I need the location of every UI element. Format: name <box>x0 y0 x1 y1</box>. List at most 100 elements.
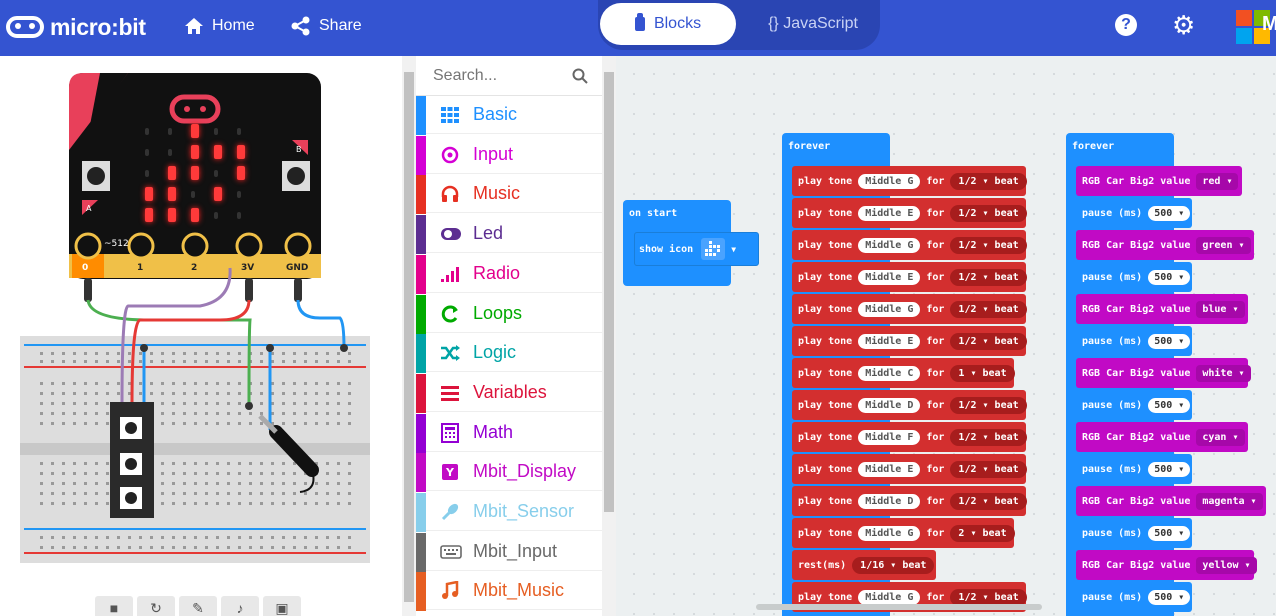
play-tone-block[interactable]: play tone Middle E for 1/2 ▾ beat <box>792 198 1027 228</box>
play-tone-block[interactable]: play tone Middle D for 1/2 ▾ beat <box>792 390 1027 420</box>
pause-block[interactable]: pause (ms) 500 ▾ <box>1076 390 1192 420</box>
beat-dropdown[interactable]: 1 ▾ beat <box>950 364 1015 382</box>
color-dropdown[interactable]: cyan ▾ <box>1196 428 1245 446</box>
beat-dropdown[interactable]: 1/2 ▾ beat <box>950 268 1027 286</box>
play-tone-block[interactable]: play tone Middle C for 1 ▾ beat <box>792 358 1015 388</box>
play-tone-block[interactable]: play tone Middle D for 1/2 ▾ beat <box>792 486 1027 516</box>
chevron-down-icon[interactable]: ▼ <box>731 245 736 254</box>
toolbox-category-loops[interactable]: Loops <box>416 294 602 334</box>
color-dropdown[interactable]: yellow ▾ <box>1196 556 1257 574</box>
note-field[interactable]: Middle C <box>858 365 921 381</box>
search-input[interactable] <box>433 67 573 85</box>
toolbox-category-music[interactable]: Music <box>416 175 602 215</box>
toolbox-category-mbit-input[interactable]: Mbit_Input <box>416 532 602 572</box>
beat-dropdown[interactable]: 1/2 ▾ beat <box>950 236 1027 254</box>
rgb-color-block[interactable]: RGB Car Big2 value green ▾ <box>1076 230 1254 260</box>
rest-block[interactable]: rest(ms) 1/16 ▾ beat <box>792 550 936 580</box>
color-dropdown[interactable]: red ▾ <box>1196 172 1239 190</box>
simulator-scrollbar[interactable] <box>402 56 416 616</box>
note-field[interactable]: Middle G <box>858 589 921 605</box>
stop-icon[interactable]: ■ <box>95 596 133 616</box>
show-icon-block[interactable]: show icon ▼ <box>634 232 759 266</box>
beat-dropdown[interactable]: 1/2 ▾ beat <box>950 332 1027 350</box>
led-module[interactable] <box>110 402 154 518</box>
beat-dropdown[interactable]: 1/2 ▾ beat <box>950 460 1027 478</box>
rgb-color-block[interactable]: RGB Car Big2 value cyan ▾ <box>1076 422 1248 452</box>
beat-dropdown[interactable]: 1/2 ▾ beat <box>950 588 1027 606</box>
play-tone-block[interactable]: play tone Middle E for 1/2 ▾ beat <box>792 454 1027 484</box>
color-dropdown[interactable]: magenta ▾ <box>1196 492 1263 510</box>
pause-dropdown[interactable]: 500 ▾ <box>1148 205 1191 221</box>
rgb-color-block[interactable]: RGB Car Big2 value yellow ▾ <box>1076 550 1257 580</box>
color-dropdown[interactable]: white ▾ <box>1196 364 1251 382</box>
pause-block[interactable]: pause (ms) 500 ▾ <box>1076 518 1192 548</box>
microbit-board[interactable]: A B 0 1 2 3V GND ~512 <box>69 73 321 279</box>
toolbox-category-mbit-display[interactable]: Y Mbit_Display <box>416 453 602 493</box>
blocks-workspace[interactable]: on start show icon ▼ forever play tone Mi… <box>616 56 1276 616</box>
share-button[interactable]: Share <box>291 14 362 38</box>
mute-icon[interactable]: ♪ <box>221 596 259 616</box>
toolbox-category-input[interactable]: Input <box>416 135 602 175</box>
toolbox-category-basic[interactable]: Basic <box>416 96 602 135</box>
note-field[interactable]: Middle F <box>858 429 921 445</box>
play-tone-block[interactable]: play tone Middle E for 1/2 ▾ beat <box>792 262 1027 292</box>
toolbox-scrollbar[interactable] <box>602 56 616 616</box>
simulator-scroll-thumb[interactable] <box>404 72 414 602</box>
toolbox-category-math[interactable]: Math <box>416 413 602 453</box>
toolbox-category-led[interactable]: Led <box>416 215 602 255</box>
home-button[interactable]: Home <box>184 14 255 38</box>
play-tone-block[interactable]: play tone Middle G for 1/2 ▾ beat <box>792 230 1027 260</box>
color-dropdown[interactable]: green ▾ <box>1196 236 1251 254</box>
toolbox-category-mbit-music[interactable]: Mbit_Music <box>416 572 602 612</box>
pause-dropdown[interactable]: 500 ▾ <box>1148 589 1191 605</box>
note-field[interactable]: Middle D <box>858 493 921 509</box>
play-tone-block[interactable]: play tone Middle G for 1/2 ▾ beat <box>792 166 1027 196</box>
note-field[interactable]: Middle G <box>858 173 921 189</box>
color-dropdown[interactable]: blue ▾ <box>1196 300 1245 318</box>
beat-dropdown[interactable]: 1/2 ▾ beat <box>950 492 1027 510</box>
play-tone-block[interactable]: play tone Middle E for 1/2 ▾ beat <box>792 326 1027 356</box>
screenshot-icon[interactable]: ▣ <box>263 596 301 616</box>
gear-icon[interactable]: ⚙ <box>1172 11 1195 39</box>
note-field[interactable]: Middle E <box>858 333 921 349</box>
beat-dropdown[interactable]: 1/2 ▾ beat <box>950 204 1027 222</box>
debug-icon[interactable]: ✎ <box>179 596 217 616</box>
tab-javascript[interactable]: {} JavaScript <box>748 3 878 45</box>
pause-block[interactable]: pause (ms) 500 ▾ <box>1076 198 1192 228</box>
beat-dropdown[interactable]: 1/2 ▾ beat <box>950 172 1027 190</box>
pause-dropdown[interactable]: 500 ▾ <box>1148 269 1191 285</box>
pause-block[interactable]: pause (ms) 500 ▾ <box>1076 326 1192 356</box>
search-icon[interactable] <box>572 68 588 84</box>
pause-dropdown[interactable]: 500 ▾ <box>1148 461 1191 477</box>
rgb-color-block[interactable]: RGB Car Big2 value white ▾ <box>1076 358 1251 388</box>
tab-blocks[interactable]: Blocks <box>600 3 736 45</box>
beat-dropdown[interactable]: 1/2 ▾ beat <box>950 428 1027 446</box>
rgb-color-block[interactable]: RGB Car Big2 value blue ▾ <box>1076 294 1248 324</box>
play-tone-block[interactable]: play tone Middle G for 1/2 ▾ beat <box>792 294 1027 324</box>
rgb-color-block[interactable]: RGB Car Big2 value red ▾ <box>1076 166 1242 196</box>
note-field[interactable]: Middle G <box>858 525 921 541</box>
note-field[interactable]: Middle E <box>858 205 921 221</box>
beat-dropdown[interactable]: 1/2 ▾ beat <box>950 300 1027 318</box>
rgb-color-block[interactable]: RGB Car Big2 value magenta ▾ <box>1076 486 1266 516</box>
beat-dropdown[interactable]: 1/2 ▾ beat <box>950 396 1027 414</box>
note-field[interactable]: Middle E <box>858 269 921 285</box>
pause-block[interactable]: pause (ms) 500 ▾ <box>1076 262 1192 292</box>
pause-dropdown[interactable]: 500 ▾ <box>1148 397 1191 413</box>
workspace-horizontal-scrollbar[interactable] <box>756 604 1042 610</box>
toolbox-category-variables[interactable]: Variables <box>416 373 602 413</box>
pause-dropdown[interactable]: 500 ▾ <box>1148 333 1191 349</box>
play-tone-block[interactable]: play tone Middle F for 1/2 ▾ beat <box>792 422 1027 452</box>
note-field[interactable]: Middle G <box>858 237 921 253</box>
toolbox-scroll-thumb[interactable] <box>604 72 614 512</box>
note-field[interactable]: Middle G <box>858 301 921 317</box>
rest-beat-dropdown[interactable]: 1/16 ▾ beat <box>852 556 935 574</box>
note-field[interactable]: Middle E <box>858 461 921 477</box>
microbit-logo[interactable]: micro:bit <box>6 12 146 42</box>
toolbox-category-logic[interactable]: Logic <box>416 334 602 374</box>
pause-block[interactable]: pause (ms) 500 ▾ <box>1076 454 1192 484</box>
beat-dropdown[interactable]: 2 ▾ beat <box>950 524 1015 542</box>
help-icon[interactable]: ? <box>1115 14 1137 36</box>
pause-block[interactable]: pause (ms) 500 ▾ <box>1076 582 1192 612</box>
toolbox-category-mbit-sensor[interactable]: Mbit_Sensor <box>416 493 602 532</box>
